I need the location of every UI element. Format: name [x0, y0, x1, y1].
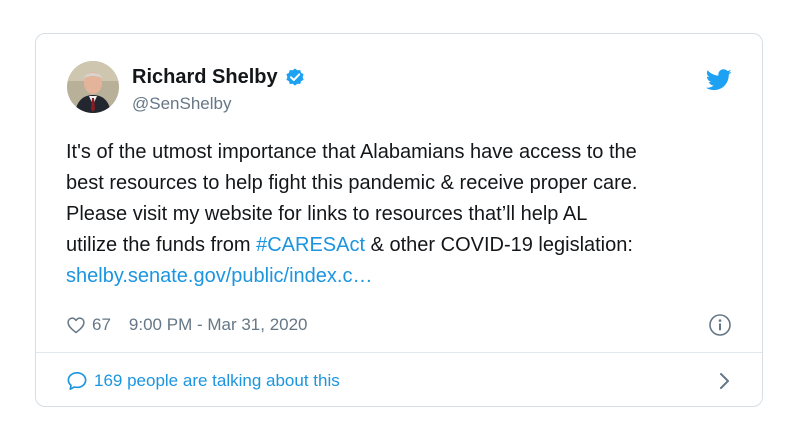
verified-badge-icon	[286, 68, 304, 86]
chevron-right-icon[interactable]	[718, 371, 732, 391]
tweet-line-1: It's of the utmost importance that Alaba…	[66, 141, 637, 163]
avatar[interactable]	[67, 61, 119, 113]
url-link[interactable]: shelby.senate.gov/public/index.c…	[66, 265, 372, 287]
tweet-line-4-start: utilize the funds from	[66, 234, 257, 256]
conversation-text[interactable]: 169 people are talking about this	[94, 371, 340, 391]
tweet-text: It's of the utmost importance that Alaba…	[66, 137, 746, 292]
tweet-card[interactable]: Richard Shelby @SenShelby It's of the ut…	[35, 33, 763, 407]
author-handle[interactable]: @SenShelby	[132, 94, 232, 114]
heart-icon[interactable]	[66, 315, 86, 335]
tweet-line-4-end: & other COVID-19 legislation:	[365, 234, 633, 256]
timestamp[interactable]: 9:00 PM - Mar 31, 2020	[129, 315, 308, 335]
tweet-line-3: Please visit my website for links to res…	[66, 203, 588, 225]
conversation-link[interactable]: 169 people are talking about this	[66, 369, 732, 393]
author-row: Richard Shelby	[132, 65, 305, 89]
hashtag-link[interactable]: #CARESAct	[256, 234, 365, 256]
author-name[interactable]: Richard Shelby	[132, 65, 278, 89]
twitter-bird-icon[interactable]	[706, 69, 732, 91]
like-count[interactable]: 67	[92, 315, 111, 335]
tweet-meta: 67 9:00 PM - Mar 31, 2020	[66, 313, 732, 337]
info-icon[interactable]	[708, 313, 732, 337]
avatar-image	[67, 61, 119, 113]
speech-bubble-icon	[67, 372, 87, 390]
divider	[36, 352, 762, 353]
tweet-line-2: best resources to help fight this pandem…	[66, 172, 638, 194]
